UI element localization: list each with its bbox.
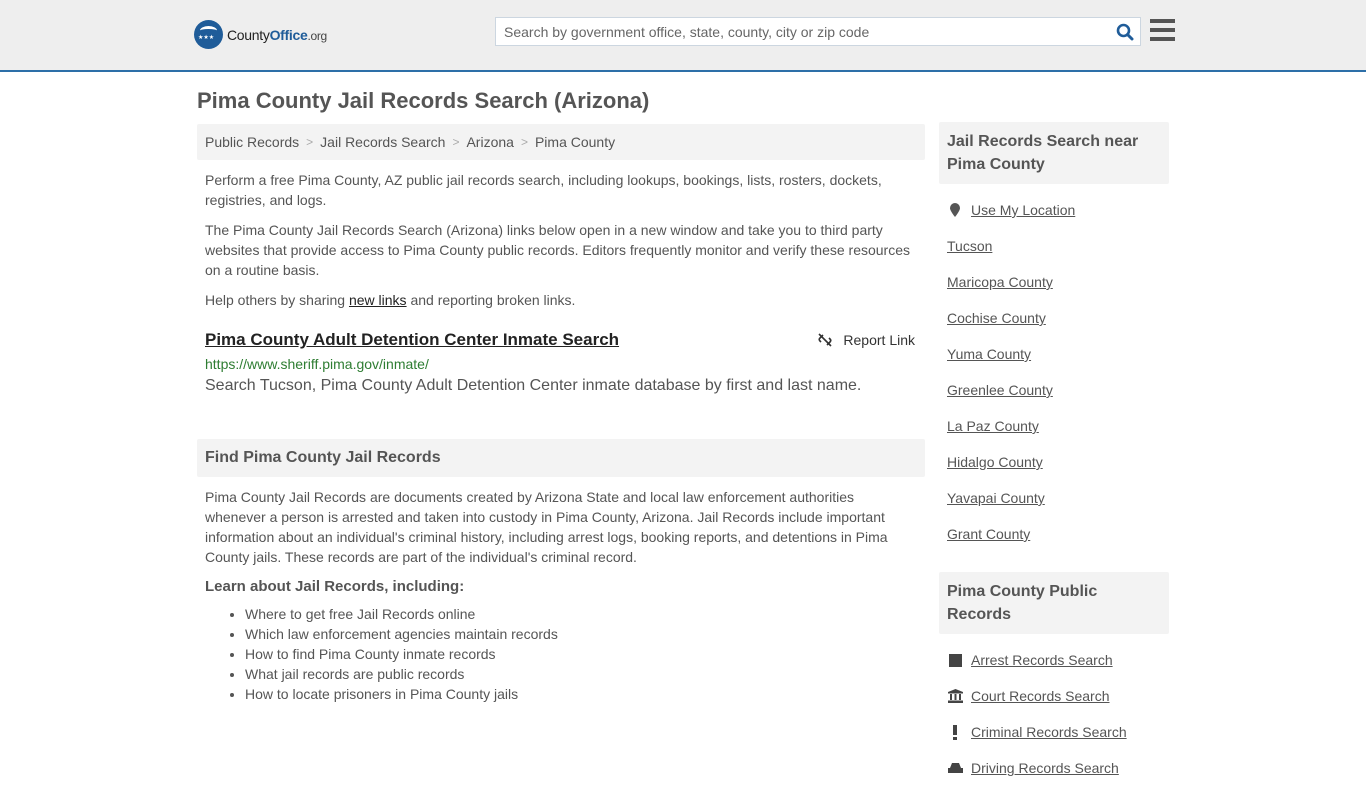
nearby-link-hidalgo[interactable]: Hidalgo County (947, 454, 1043, 470)
nearby-link-maricopa[interactable]: Maricopa County (947, 274, 1053, 290)
nearby-link-tucson[interactable]: Tucson (947, 238, 992, 254)
nearby-heading: Jail Records Search near Pima County (939, 122, 1169, 184)
broken-link-icon (818, 333, 832, 347)
court-records-link[interactable]: Court Records Search (971, 688, 1110, 704)
learn-list: Where to get free Jail Records online Wh… (197, 604, 925, 704)
nearby-item: Yavapai County (947, 480, 1161, 516)
search-bar (495, 17, 1141, 46)
public-record-item: Criminal Records Search (947, 714, 1161, 750)
learn-list-item: What jail records are public records (245, 664, 925, 684)
nearby-link-yuma[interactable]: Yuma County (947, 346, 1031, 362)
page-title: Pima County Jail Records Search (Arizona… (197, 88, 650, 113)
map-marker-icon (947, 202, 963, 218)
share-paragraph: Help others by sharing new links and rep… (197, 290, 925, 310)
public-record-item: Driving Records Search (947, 750, 1161, 786)
nearby-link-grant[interactable]: Grant County (947, 526, 1030, 542)
report-link-button[interactable]: Report Link (817, 332, 915, 348)
nearby-item: Cochise County (947, 300, 1161, 336)
breadcrumb-jail-records-search[interactable]: Jail Records Search (320, 134, 445, 150)
breadcrumb-pima-county[interactable]: Pima County (535, 134, 615, 150)
intro-paragraph: Perform a free Pima County, AZ public ja… (205, 172, 882, 208)
find-records-heading: Find Pima County Jail Records (197, 439, 925, 477)
arrest-records-link[interactable]: Arrest Records Search (971, 652, 1113, 668)
breadcrumb-separator: > (306, 135, 314, 149)
nearby-item: Tucson (947, 228, 1161, 264)
nearby-link-la-paz[interactable]: La Paz County (947, 418, 1039, 434)
learn-list-item: Where to get free Jail Records online (245, 604, 925, 624)
report-link-label: Report Link (843, 332, 915, 348)
site-logo[interactable]: CountyOffice.org (194, 20, 327, 49)
breadcrumb-separator: > (452, 135, 460, 149)
breadcrumb-arizona[interactable]: Arizona (466, 134, 513, 150)
sidebar: Jail Records Search near Pima County Use… (939, 122, 1169, 786)
share-text-before: Help others by sharing (205, 292, 349, 308)
logo-text: CountyOffice.org (227, 27, 327, 43)
result-url: https://www.sheriff.pima.gov/inmate/ (205, 356, 429, 372)
share-text-after: and reporting broken links. (406, 292, 576, 308)
nearby-item: Yuma County (947, 336, 1161, 372)
square-icon (947, 653, 963, 667)
top-bar: CountyOffice.org (0, 0, 1366, 72)
nearby-list: Use My Location Tucson Maricopa County C… (939, 192, 1169, 552)
nearby-item: La Paz County (947, 408, 1161, 444)
criminal-records-link[interactable]: Criminal Records Search (971, 724, 1127, 740)
find-records-paragraph: Pima County Jail Records are documents c… (205, 489, 888, 565)
search-icon[interactable] (1110, 18, 1140, 45)
learn-list-item: How to find Pima County inmate records (245, 644, 925, 664)
public-records-list: Arrest Records Search Court Records Sear… (939, 642, 1169, 786)
learn-list-item: Which law enforcement agencies maintain … (245, 624, 925, 644)
hamburger-menu-icon[interactable] (1150, 19, 1175, 41)
breadcrumb: Public Records > Jail Records Search > A… (197, 124, 925, 160)
result-description: Search Tucson, Pima County Adult Detenti… (205, 377, 862, 394)
public-record-item: Arrest Records Search (947, 642, 1161, 678)
search-input[interactable] (496, 18, 1110, 45)
main-content: Public Records > Jail Records Search > A… (197, 124, 925, 704)
nearby-link-yavapai[interactable]: Yavapai County (947, 490, 1045, 506)
public-records-heading: Pima County Public Records (939, 572, 1169, 634)
result-item: Pima County Adult Detention Center Inmat… (197, 330, 925, 395)
disclaimer-paragraph: The Pima County Jail Records Search (Ari… (205, 222, 910, 278)
public-record-item: Court Records Search (947, 678, 1161, 714)
nearby-item: Hidalgo County (947, 444, 1161, 480)
logo-text-office: Office (269, 26, 308, 43)
breadcrumb-public-records[interactable]: Public Records (205, 134, 299, 150)
nearby-link-cochise[interactable]: Cochise County (947, 310, 1046, 326)
breadcrumb-separator: > (520, 135, 528, 149)
nearby-item: Maricopa County (947, 264, 1161, 300)
logo-text-org: .org (307, 28, 327, 43)
nearby-link-greenlee[interactable]: Greenlee County (947, 382, 1053, 398)
nearby-item: Grant County (947, 516, 1161, 552)
learn-heading: Learn about Jail Records, including: (205, 578, 465, 595)
new-links-link[interactable]: new links (349, 292, 407, 308)
nearby-item: Greenlee County (947, 372, 1161, 408)
use-my-location-link[interactable]: Use My Location (971, 202, 1075, 218)
learn-list-item: How to locate prisoners in Pima County j… (245, 684, 925, 704)
exclamation-icon (947, 724, 963, 740)
use-my-location-item: Use My Location (947, 192, 1161, 228)
courthouse-icon (947, 689, 963, 703)
car-icon (947, 762, 963, 775)
driving-records-link[interactable]: Driving Records Search (971, 760, 1119, 776)
eagle-logo-icon (194, 20, 223, 49)
logo-text-county: County (227, 26, 270, 43)
result-title-link[interactable]: Pima County Adult Detention Center Inmat… (205, 330, 619, 349)
